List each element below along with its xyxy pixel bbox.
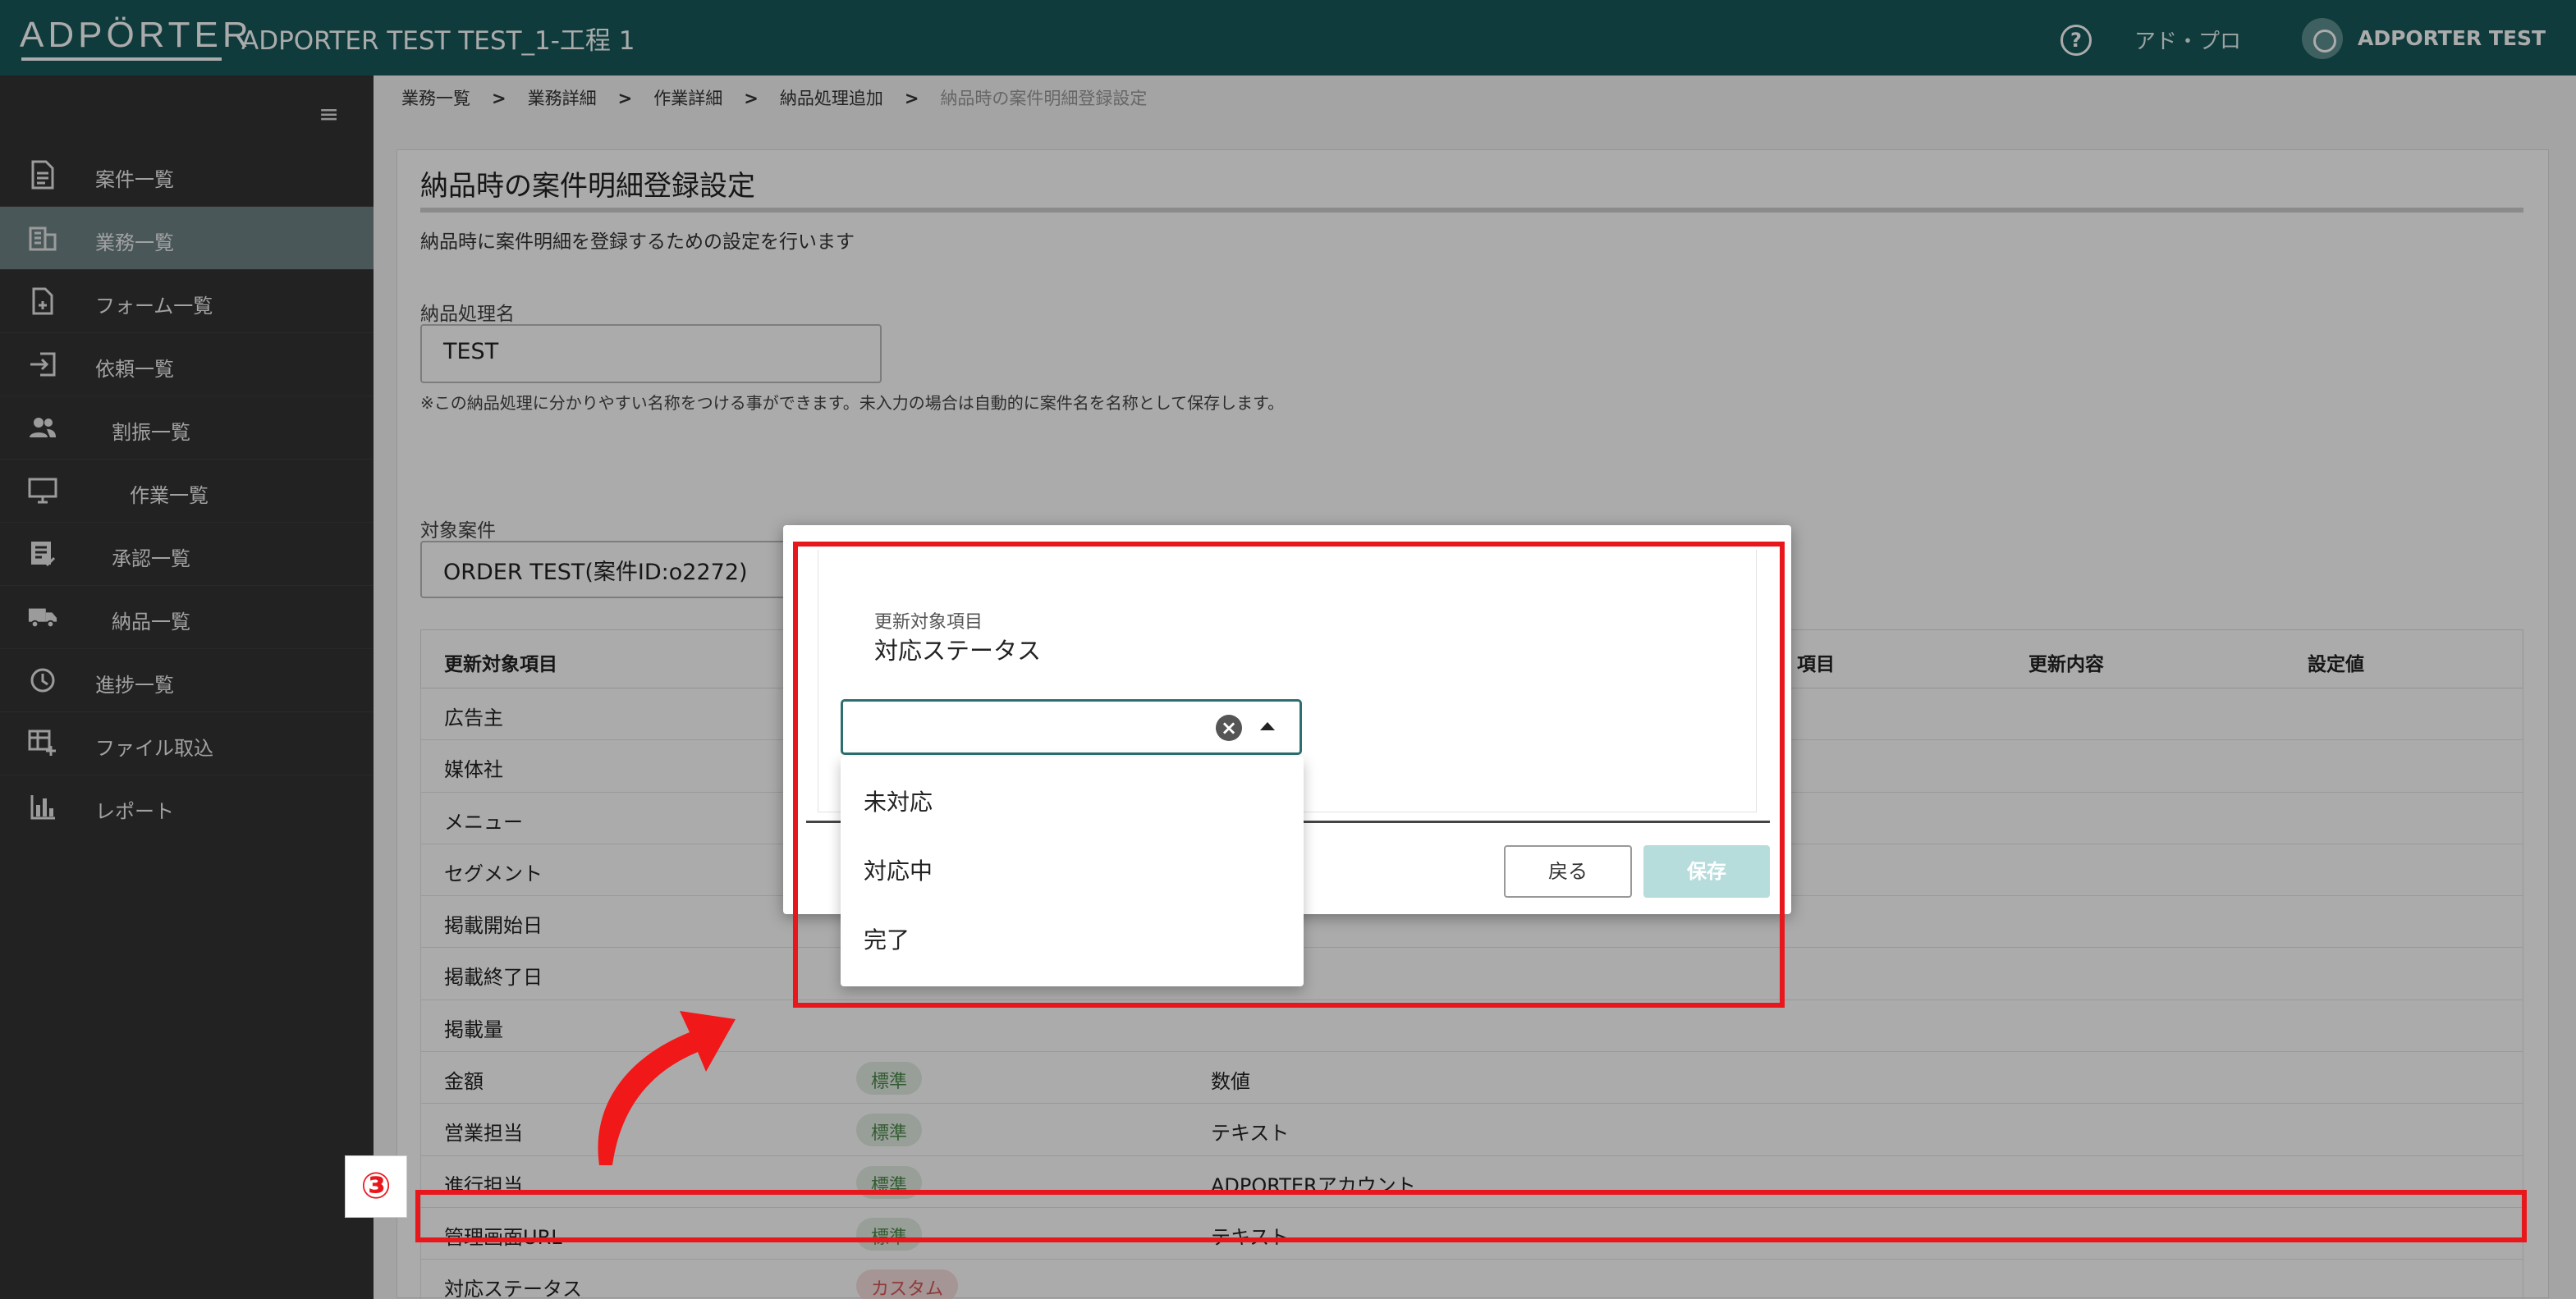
step-number-badge: ③: [345, 1155, 407, 1218]
highlight-box-modal: [793, 542, 1785, 1008]
highlight-box-row: [415, 1190, 2527, 1242]
curved-arrow-icon: [598, 1011, 736, 1165]
